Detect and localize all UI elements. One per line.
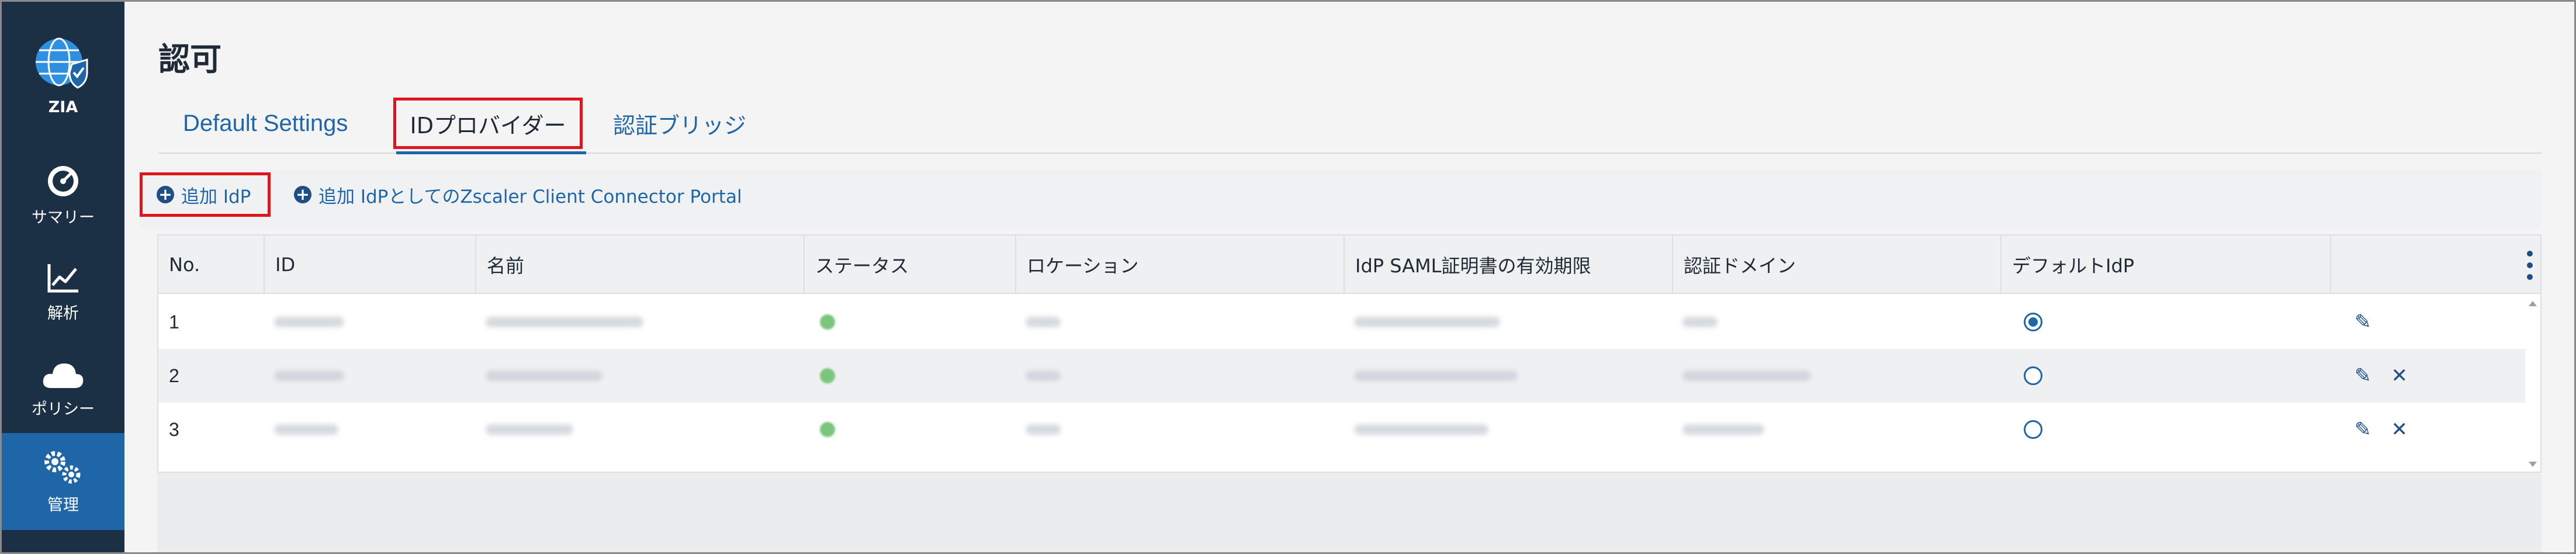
- cell-no: 3: [169, 418, 179, 440]
- column-header-id[interactable]: ID: [264, 236, 475, 294]
- cell-status: [804, 295, 1015, 349]
- edit-icon[interactable]: ✎: [2355, 420, 2371, 439]
- cell-actions: ✎ ✕: [2330, 349, 2525, 403]
- scroll-up-icon[interactable]: [2529, 301, 2537, 306]
- tab-bar: Default Settings IDプロバイダー 認証ブリッジ: [158, 94, 2542, 154]
- column-menu-icon[interactable]: [2524, 251, 2536, 280]
- add-zcc-portal-button[interactable]: + 追加 IdPとしてのZscaler Client Connector Por…: [294, 172, 742, 217]
- plus-circle-icon: +: [157, 186, 174, 203]
- sidebar-item-policy[interactable]: ポリシー: [2, 341, 124, 438]
- sidebar: ZIA サマリー 解析 ポリシー 管理: [2, 2, 124, 552]
- cell-name: [475, 349, 804, 403]
- add-idp-button[interactable]: + 追加 IdP: [140, 172, 271, 217]
- column-header-cert-expiry[interactable]: IdP SAML証明書の有効期限: [1344, 236, 1672, 294]
- cell-no: 1: [169, 311, 179, 333]
- page-title: 認可: [158, 41, 221, 78]
- toolbar: + 追加 IdP + 追加 IdPとしてのZscaler Client Conn…: [140, 170, 2542, 227]
- cell-location: [1015, 349, 1344, 403]
- main-content: 認可 Default Settings IDプロバイダー 認証ブリッジ + 追加…: [124, 2, 2574, 552]
- globe-shield-icon: [36, 37, 88, 89]
- cell-auth-domain: [1672, 295, 2000, 349]
- add-idp-label: 追加 IdP: [181, 186, 251, 207]
- sidebar-item-admin[interactable]: 管理: [2, 433, 124, 530]
- empty-content-area: [157, 473, 2542, 552]
- scroll-down-icon[interactable]: [2529, 462, 2537, 467]
- cell-cert-expiry: [1344, 349, 1672, 403]
- default-idp-radio[interactable]: [2024, 313, 2042, 331]
- logo-label: ZIA: [48, 98, 78, 116]
- cell-no: 2: [169, 365, 179, 386]
- active-tab-indicator: [396, 151, 586, 154]
- column-header-status[interactable]: ステータス: [804, 236, 1015, 294]
- cell-id: [264, 295, 475, 349]
- table-row: 3 ✎ ✕: [158, 403, 2525, 456]
- cell-status: [804, 403, 1015, 456]
- edit-icon[interactable]: ✎: [2355, 366, 2371, 386]
- cell-auth-domain: [1672, 403, 2000, 456]
- status-active-icon: [820, 368, 835, 383]
- gears-icon: [44, 451, 81, 483]
- cell-cert-expiry: [1344, 295, 1672, 349]
- cloud-icon: [43, 363, 84, 388]
- edit-icon[interactable]: ✎: [2355, 312, 2371, 332]
- column-header-default-idp[interactable]: デフォルトIdP: [2000, 236, 2330, 294]
- table-scrollbar[interactable]: [2525, 294, 2540, 472]
- dashboard-gauge-icon: [48, 165, 78, 196]
- zia-logo[interactable]: ZIA: [2, 19, 124, 130]
- cell-auth-domain: [1672, 349, 2000, 403]
- sidebar-item-summary[interactable]: サマリー: [2, 147, 124, 244]
- cell-default-idp: [2000, 295, 2330, 349]
- column-header-actions: [2330, 236, 2540, 294]
- cell-default-idp: [2000, 403, 2330, 456]
- default-idp-radio[interactable]: [2024, 420, 2042, 439]
- sidebar-item-label: 管理: [47, 496, 79, 514]
- tab-default-settings[interactable]: Default Settings: [183, 94, 348, 153]
- default-idp-radio[interactable]: [2024, 366, 2042, 385]
- table-row: 1 ✎: [158, 295, 2525, 349]
- cell-id: [264, 349, 475, 403]
- cell-status: [804, 349, 1015, 403]
- delete-icon[interactable]: ✕: [2391, 366, 2408, 386]
- status-active-icon: [820, 422, 835, 437]
- column-header-no[interactable]: No.: [158, 236, 264, 294]
- add-zcc-portal-label: 追加 IdPとしてのZscaler Client Connector Porta…: [318, 186, 742, 207]
- cell-actions: ✎: [2330, 295, 2525, 349]
- cell-name: [475, 403, 804, 456]
- cell-location: [1015, 295, 1344, 349]
- cell-id: [264, 403, 475, 456]
- column-header-location[interactable]: ロケーション: [1015, 236, 1344, 294]
- cell-name: [475, 295, 804, 349]
- table-header: No. ID 名前 ステータス ロケーション IdP SAML証明書の有効期限 …: [158, 236, 2540, 294]
- cell-cert-expiry: [1344, 403, 1672, 456]
- sidebar-item-label: サマリー: [32, 208, 95, 227]
- app-window: ZIA サマリー 解析 ポリシー 管理 認可 Default Settings …: [0, 0, 2576, 554]
- delete-icon[interactable]: ✕: [2391, 420, 2408, 439]
- cell-default-idp: [2000, 349, 2330, 403]
- sidebar-item-label: 解析: [47, 304, 79, 323]
- line-chart-icon: [47, 264, 78, 292]
- sidebar-item-analytics[interactable]: 解析: [2, 244, 124, 341]
- table-row: 2 ✎ ✕: [158, 349, 2525, 403]
- column-header-auth-domain[interactable]: 認証ドメイン: [1672, 236, 2000, 294]
- sidebar-item-label: ポリシー: [32, 400, 95, 418]
- idp-table: No. ID 名前 ステータス ロケーション IdP SAML証明書の有効期限 …: [157, 234, 2542, 473]
- cell-actions: ✎ ✕: [2330, 403, 2525, 456]
- tab-id-providers[interactable]: IDプロバイダー: [393, 98, 583, 149]
- tab-auth-bridge[interactable]: 認証ブリッジ: [613, 94, 746, 153]
- plus-circle-icon: +: [294, 186, 311, 203]
- column-header-name[interactable]: 名前: [475, 236, 804, 294]
- status-active-icon: [820, 314, 835, 330]
- cell-location: [1015, 403, 1344, 456]
